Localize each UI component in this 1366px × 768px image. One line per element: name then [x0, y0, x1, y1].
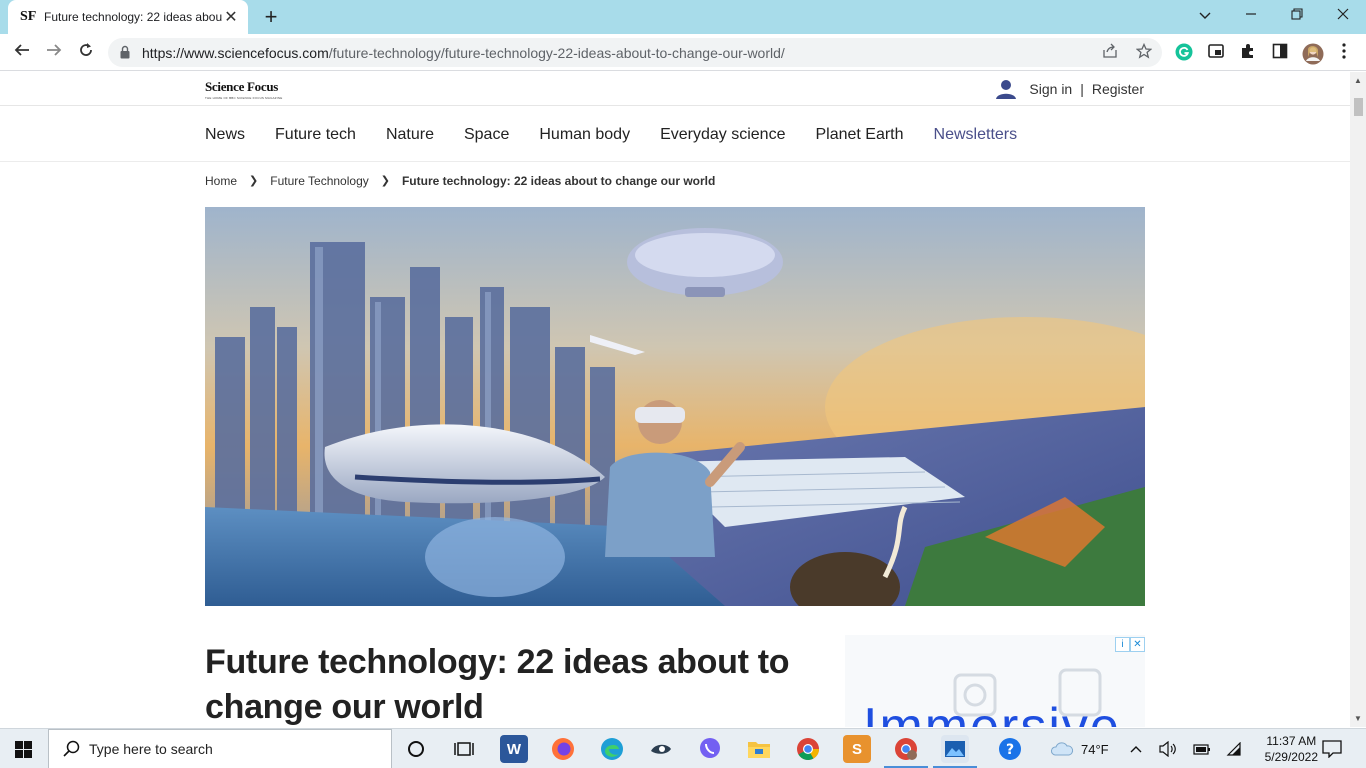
chrome-profile-icon[interactable] — [892, 735, 920, 763]
ad-text: Immersive — [863, 698, 1121, 727]
scroll-up-arrow-icon[interactable]: ▲ — [1354, 76, 1362, 85]
hero-image — [205, 207, 1145, 606]
clock-time: 11:37 AM — [1266, 734, 1317, 748]
word-icon[interactable]: W — [500, 735, 528, 763]
weather-widget[interactable]: 74°F — [1050, 729, 1109, 768]
nav-item-news[interactable]: News — [205, 126, 245, 144]
breadcrumb-current: Future technology: 22 ideas about to cha… — [401, 174, 716, 188]
scrollbar-thumb[interactable] — [1354, 98, 1363, 116]
chevron-right-icon: ❯ — [249, 175, 259, 187]
back-arrow-icon[interactable] — [8, 38, 36, 66]
restore-window-icon[interactable] — [1274, 0, 1320, 30]
windows-taskbar: Type here to search W S ? 74°F 11:37 AM … — [0, 728, 1366, 768]
grammarly-icon[interactable] — [1174, 43, 1194, 63]
chrome-icon[interactable] — [794, 735, 822, 763]
sign-in-link[interactable]: Sign in — [1029, 81, 1072, 97]
reload-icon[interactable] — [72, 38, 100, 66]
register-link[interactable]: Register — [1092, 81, 1144, 97]
new-tab-button[interactable]: + — [258, 4, 284, 30]
web-page: Science Focus THE HOME OF BBC SCIENCE FO… — [0, 72, 1350, 727]
science-focus-logo[interactable]: Science Focus THE HOME OF BBC SCIENCE FO… — [205, 79, 282, 100]
edge-icon[interactable] — [598, 735, 626, 763]
account-separator: | — [1080, 81, 1084, 97]
ad-badges: i ✕ — [1115, 637, 1145, 652]
taskbar-search-box[interactable]: Type here to search — [48, 729, 392, 768]
browser-tab[interactable]: SF Future technology: 22 ideas about to … — [8, 0, 248, 34]
article-headline: Future technology: 22 ideas about to cha… — [205, 643, 790, 726]
lens-app-icon[interactable] — [647, 735, 675, 763]
nav-item-everyday-science[interactable]: Everyday science — [660, 126, 785, 144]
task-view-icon[interactable] — [450, 735, 478, 763]
file-explorer-icon[interactable] — [745, 735, 773, 763]
cortana-icon[interactable] — [402, 735, 430, 763]
site-favicon-icon: SF — [20, 9, 37, 24]
close-tab-icon[interactable]: ✕ — [222, 7, 240, 27]
user-icon[interactable] — [994, 79, 1018, 99]
tab-title: Future technology: 22 ideas about to cha… — [44, 10, 222, 24]
photos-icon[interactable] — [941, 735, 969, 763]
nav-item-human-body[interactable]: Human body — [539, 126, 630, 144]
account-links: Sign in | Register — [994, 79, 1144, 99]
nav-item-space[interactable]: Space — [464, 126, 509, 144]
nav-item-planet-earth[interactable]: Planet Earth — [815, 126, 903, 144]
minimize-window-icon[interactable] — [1228, 0, 1274, 30]
advertisement[interactable]: i ✕ Immersive — [845, 635, 1145, 727]
lock-icon — [120, 45, 130, 59]
sublime-text-icon[interactable]: S — [843, 735, 871, 763]
ad-info-icon[interactable]: i — [1115, 637, 1130, 652]
picture-in-picture-icon[interactable] — [1206, 43, 1226, 63]
main-navigation: News Future tech Nature Space Human body… — [0, 106, 1350, 162]
viber-icon[interactable] — [696, 735, 724, 763]
firefox-icon[interactable] — [549, 735, 577, 763]
tab-search-chevron-icon[interactable] — [1182, 0, 1228, 30]
search-placeholder: Type here to search — [89, 741, 213, 757]
address-bar[interactable]: https://www.sciencefocus.com/future-tech… — [108, 38, 1162, 67]
svg-text:?: ? — [1006, 742, 1014, 758]
cloud-icon — [1051, 742, 1074, 756]
system-clock[interactable]: 11:37 AM 5/29/2022 — [1265, 733, 1318, 765]
bookmark-star-icon[interactable] — [1134, 42, 1154, 63]
extensions-puzzle-icon[interactable] — [1238, 43, 1258, 63]
nav-item-future-tech[interactable]: Future tech — [275, 126, 356, 144]
site-header: Science Focus THE HOME OF BBC SCIENCE FO… — [0, 72, 1350, 106]
url-text: https://www.sciencefocus.com/future-tech… — [142, 45, 785, 61]
volume-icon[interactable] — [1159, 729, 1177, 768]
help-icon[interactable]: ? — [996, 735, 1024, 763]
reading-list-icon[interactable] — [1270, 43, 1290, 63]
browser-tabstrip: SF Future technology: 22 ideas about to … — [0, 0, 1366, 34]
breadcrumb-section[interactable]: Future Technology — [270, 174, 369, 188]
close-window-icon[interactable] — [1320, 0, 1366, 30]
chevron-right-icon: ❯ — [380, 175, 390, 187]
forward-arrow-icon[interactable] — [40, 38, 68, 66]
clock-date: 5/29/2022 — [1264, 750, 1318, 764]
search-icon — [63, 740, 80, 757]
browser-menu-icon[interactable] — [1334, 43, 1354, 63]
ad-close-icon[interactable]: ✕ — [1130, 637, 1145, 652]
profile-avatar-icon[interactable] — [1302, 43, 1324, 65]
windows-start-icon[interactable] — [0, 729, 48, 768]
breadcrumb-home[interactable]: Home — [205, 174, 237, 188]
weather-temperature: 74°F — [1081, 741, 1109, 757]
notifications-icon[interactable] — [1322, 729, 1342, 768]
breadcrumb: Home ❯ Future Technology ❯ Future techno… — [205, 174, 715, 188]
battery-icon[interactable] — [1193, 729, 1211, 768]
share-icon[interactable] — [1100, 43, 1120, 63]
scroll-down-arrow-icon[interactable]: ▼ — [1354, 714, 1362, 723]
nav-item-nature[interactable]: Nature — [386, 126, 434, 144]
browser-toolbar: https://www.sciencefocus.com/future-tech… — [0, 34, 1366, 71]
wifi-icon[interactable] — [1226, 729, 1242, 768]
nav-item-newsletters[interactable]: Newsletters — [934, 126, 1018, 144]
tray-chevron-up-icon[interactable] — [1130, 729, 1142, 768]
page-scrollbar[interactable]: ▲ ▼ — [1350, 72, 1366, 727]
